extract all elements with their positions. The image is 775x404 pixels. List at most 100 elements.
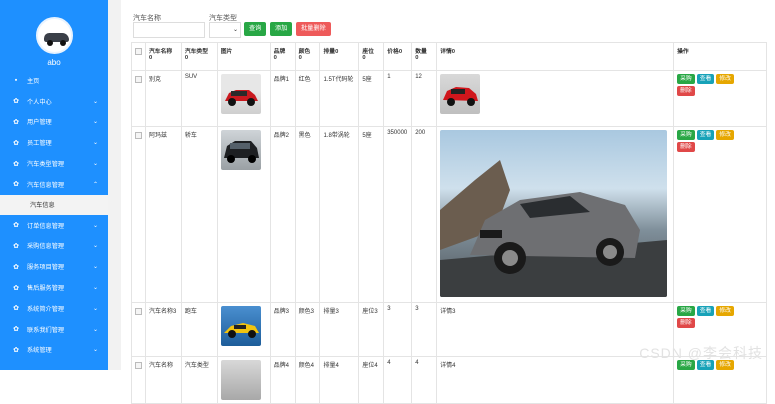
- col-header-name[interactable]: 汽车名称 0: [145, 42, 182, 71]
- sidebar-item-purchases[interactable]: ✿ 采购信息管理 ⌄: [0, 236, 108, 257]
- car-thumbnail[interactable]: [220, 306, 261, 346]
- detail-image: [440, 130, 668, 297]
- col-header-brand[interactable]: 品牌 0: [269, 42, 296, 71]
- buy-button[interactable]: 采购: [677, 74, 695, 84]
- gear-icon: ✿: [13, 326, 19, 334]
- cell-seats: 座位4: [358, 356, 385, 404]
- sidebar-item-after-sales[interactable]: ✿ 售后服务管理 ⌄: [0, 277, 108, 298]
- sidebar-item-label: 员工管理: [27, 140, 52, 148]
- cell-seats: 5座: [358, 70, 385, 127]
- chevron-up-icon: ⌃: [92, 181, 98, 188]
- view-button[interactable]: 查看: [696, 306, 715, 316]
- avatar[interactable]: [36, 17, 73, 54]
- sidebar-item-services[interactable]: ✿ 服务项目管理 ⌄: [0, 256, 108, 277]
- buy-button[interactable]: 采购: [677, 130, 695, 140]
- chevron-down-icon: ⌄: [92, 98, 98, 105]
- gutter: [108, 0, 121, 370]
- sidebar-item-label: 用户管理: [27, 119, 52, 127]
- edit-button[interactable]: 修改: [716, 306, 734, 316]
- cell-color: 红色: [294, 70, 321, 127]
- sidebar-item-car-types[interactable]: ✿ 汽车类型管理 ⌄: [0, 153, 108, 174]
- col-header-type[interactable]: 汽车类型 0: [180, 42, 218, 71]
- cell-brand: 品牌3: [269, 302, 296, 357]
- gear-icon: ✿: [13, 181, 19, 189]
- edit-button[interactable]: 修改: [716, 74, 734, 84]
- batch-delete-button[interactable]: 批量删除: [296, 22, 331, 36]
- cell-type: 跑车: [180, 302, 218, 357]
- delete-button[interactable]: 删除: [677, 86, 695, 96]
- edit-button[interactable]: 修改: [716, 130, 734, 140]
- select-all-checkbox[interactable]: [135, 48, 142, 55]
- buy-button[interactable]: 采购: [677, 306, 695, 316]
- delete-button[interactable]: 删除: [677, 318, 695, 328]
- car-thumbnail[interactable]: [220, 130, 261, 170]
- maserati-suv-image: [440, 160, 668, 297]
- query-button[interactable]: 查询: [244, 22, 267, 36]
- col-header-price[interactable]: 价格0: [383, 42, 413, 71]
- col-header-detail[interactable]: 详情0: [436, 42, 675, 71]
- row-actions: 采购 查看 修改 删除: [677, 306, 737, 328]
- cell-displacement: 排量3: [319, 302, 360, 357]
- sidebar-item-profile[interactable]: ✿ 个人中心 ⌄: [0, 91, 108, 112]
- cell-brand: 品牌2: [269, 126, 296, 303]
- sidebar-item-label: 汽车信息管理: [27, 181, 65, 189]
- table-row: 阿玛兹 轿车 品牌2 黑色 1.8带涡轮 5座 350000 200 采购 查看…: [131, 126, 767, 303]
- cell-qty: 4: [411, 356, 438, 404]
- table-row: 汽车名称 汽车类型 品牌4 颜色4 排量4 座位4 4 4 详情4 采购 查看 …: [131, 356, 767, 404]
- cell-name: 阿玛兹: [145, 126, 182, 303]
- car-thumbnail[interactable]: [220, 74, 261, 114]
- col-header-actions: 操作: [673, 42, 767, 71]
- add-button[interactable]: 添加: [270, 22, 293, 36]
- chevron-down-icon: ⌄: [92, 326, 98, 333]
- sidebar-item-orders[interactable]: ✿ 订单信息管理 ⌄: [0, 215, 108, 236]
- gear-icon: ✿: [13, 346, 19, 354]
- sidebar-item-employees[interactable]: ✿ 员工管理 ⌄: [0, 132, 108, 153]
- red-suv-image: [224, 90, 258, 106]
- yellow-sports-car-image: [223, 323, 259, 338]
- submenu-item-car-info[interactable]: 汽车信息: [0, 194, 108, 215]
- row-actions: 采购 查看 修改 删除: [677, 130, 737, 152]
- cell-brand: 品牌1: [269, 70, 296, 127]
- row-checkbox[interactable]: [135, 132, 142, 139]
- sidebar-item-users[interactable]: ✿ 用户管理 ⌄: [0, 112, 108, 133]
- row-checkbox[interactable]: [135, 362, 142, 369]
- view-button[interactable]: 查看: [696, 74, 715, 84]
- sidebar-item-contact[interactable]: ✿ 联系我们管理 ⌄: [0, 319, 108, 340]
- gear-icon: ✿: [13, 160, 19, 168]
- cell-price: 3: [383, 302, 413, 357]
- cell-brand: 品牌4: [269, 356, 296, 404]
- col-header-qty[interactable]: 数量 0: [411, 42, 438, 71]
- username: abo: [47, 58, 61, 67]
- view-button[interactable]: 查看: [696, 130, 715, 140]
- row-checkbox[interactable]: [135, 76, 142, 83]
- gear-icon: ✿: [13, 139, 19, 147]
- cell-displacement: 1.8带涡轮: [319, 126, 360, 303]
- detail-image: [440, 74, 481, 114]
- car-name-input[interactable]: [133, 22, 205, 38]
- chevron-down-icon: ⌄: [92, 119, 98, 126]
- car-thumbnail[interactable]: [220, 360, 261, 400]
- chevron-down-icon: ⌄: [92, 140, 98, 147]
- gear-icon: ✿: [13, 98, 19, 106]
- chevron-down-icon: ⌄: [92, 222, 98, 229]
- col-header-displacement[interactable]: 排量0: [319, 42, 360, 71]
- gear-icon: ✿: [13, 263, 19, 271]
- chevron-down-icon: ⌄: [92, 264, 98, 271]
- sidebar-item-home[interactable]: ▪ 主页: [0, 70, 108, 91]
- sidebar-item-system-intro[interactable]: ✿ 系统简介管理 ⌄: [0, 298, 108, 319]
- delete-button[interactable]: 删除: [677, 142, 695, 152]
- sidebar-item-system[interactable]: ✿ 系统管理 ⌄: [0, 340, 108, 361]
- submenu-item-label: 汽车信息: [30, 202, 55, 210]
- cell-price: 4: [383, 356, 413, 404]
- row-checkbox[interactable]: [135, 308, 142, 315]
- col-header-seats[interactable]: 座位 0: [358, 42, 385, 71]
- sidebar-item-label: 系统管理: [27, 347, 52, 355]
- cell-qty: 12: [411, 70, 438, 127]
- cell-color: 黑色: [294, 126, 321, 303]
- cell-seats: 座位3: [358, 302, 385, 357]
- car-type-select[interactable]: ⌄: [209, 22, 241, 38]
- cell-qty: 200: [411, 126, 438, 303]
- cell-color: 颜色3: [294, 302, 321, 357]
- sidebar-item-car-info[interactable]: ✿ 汽车信息管理 ⌃: [0, 174, 108, 195]
- col-header-color[interactable]: 颜色 0: [294, 42, 321, 71]
